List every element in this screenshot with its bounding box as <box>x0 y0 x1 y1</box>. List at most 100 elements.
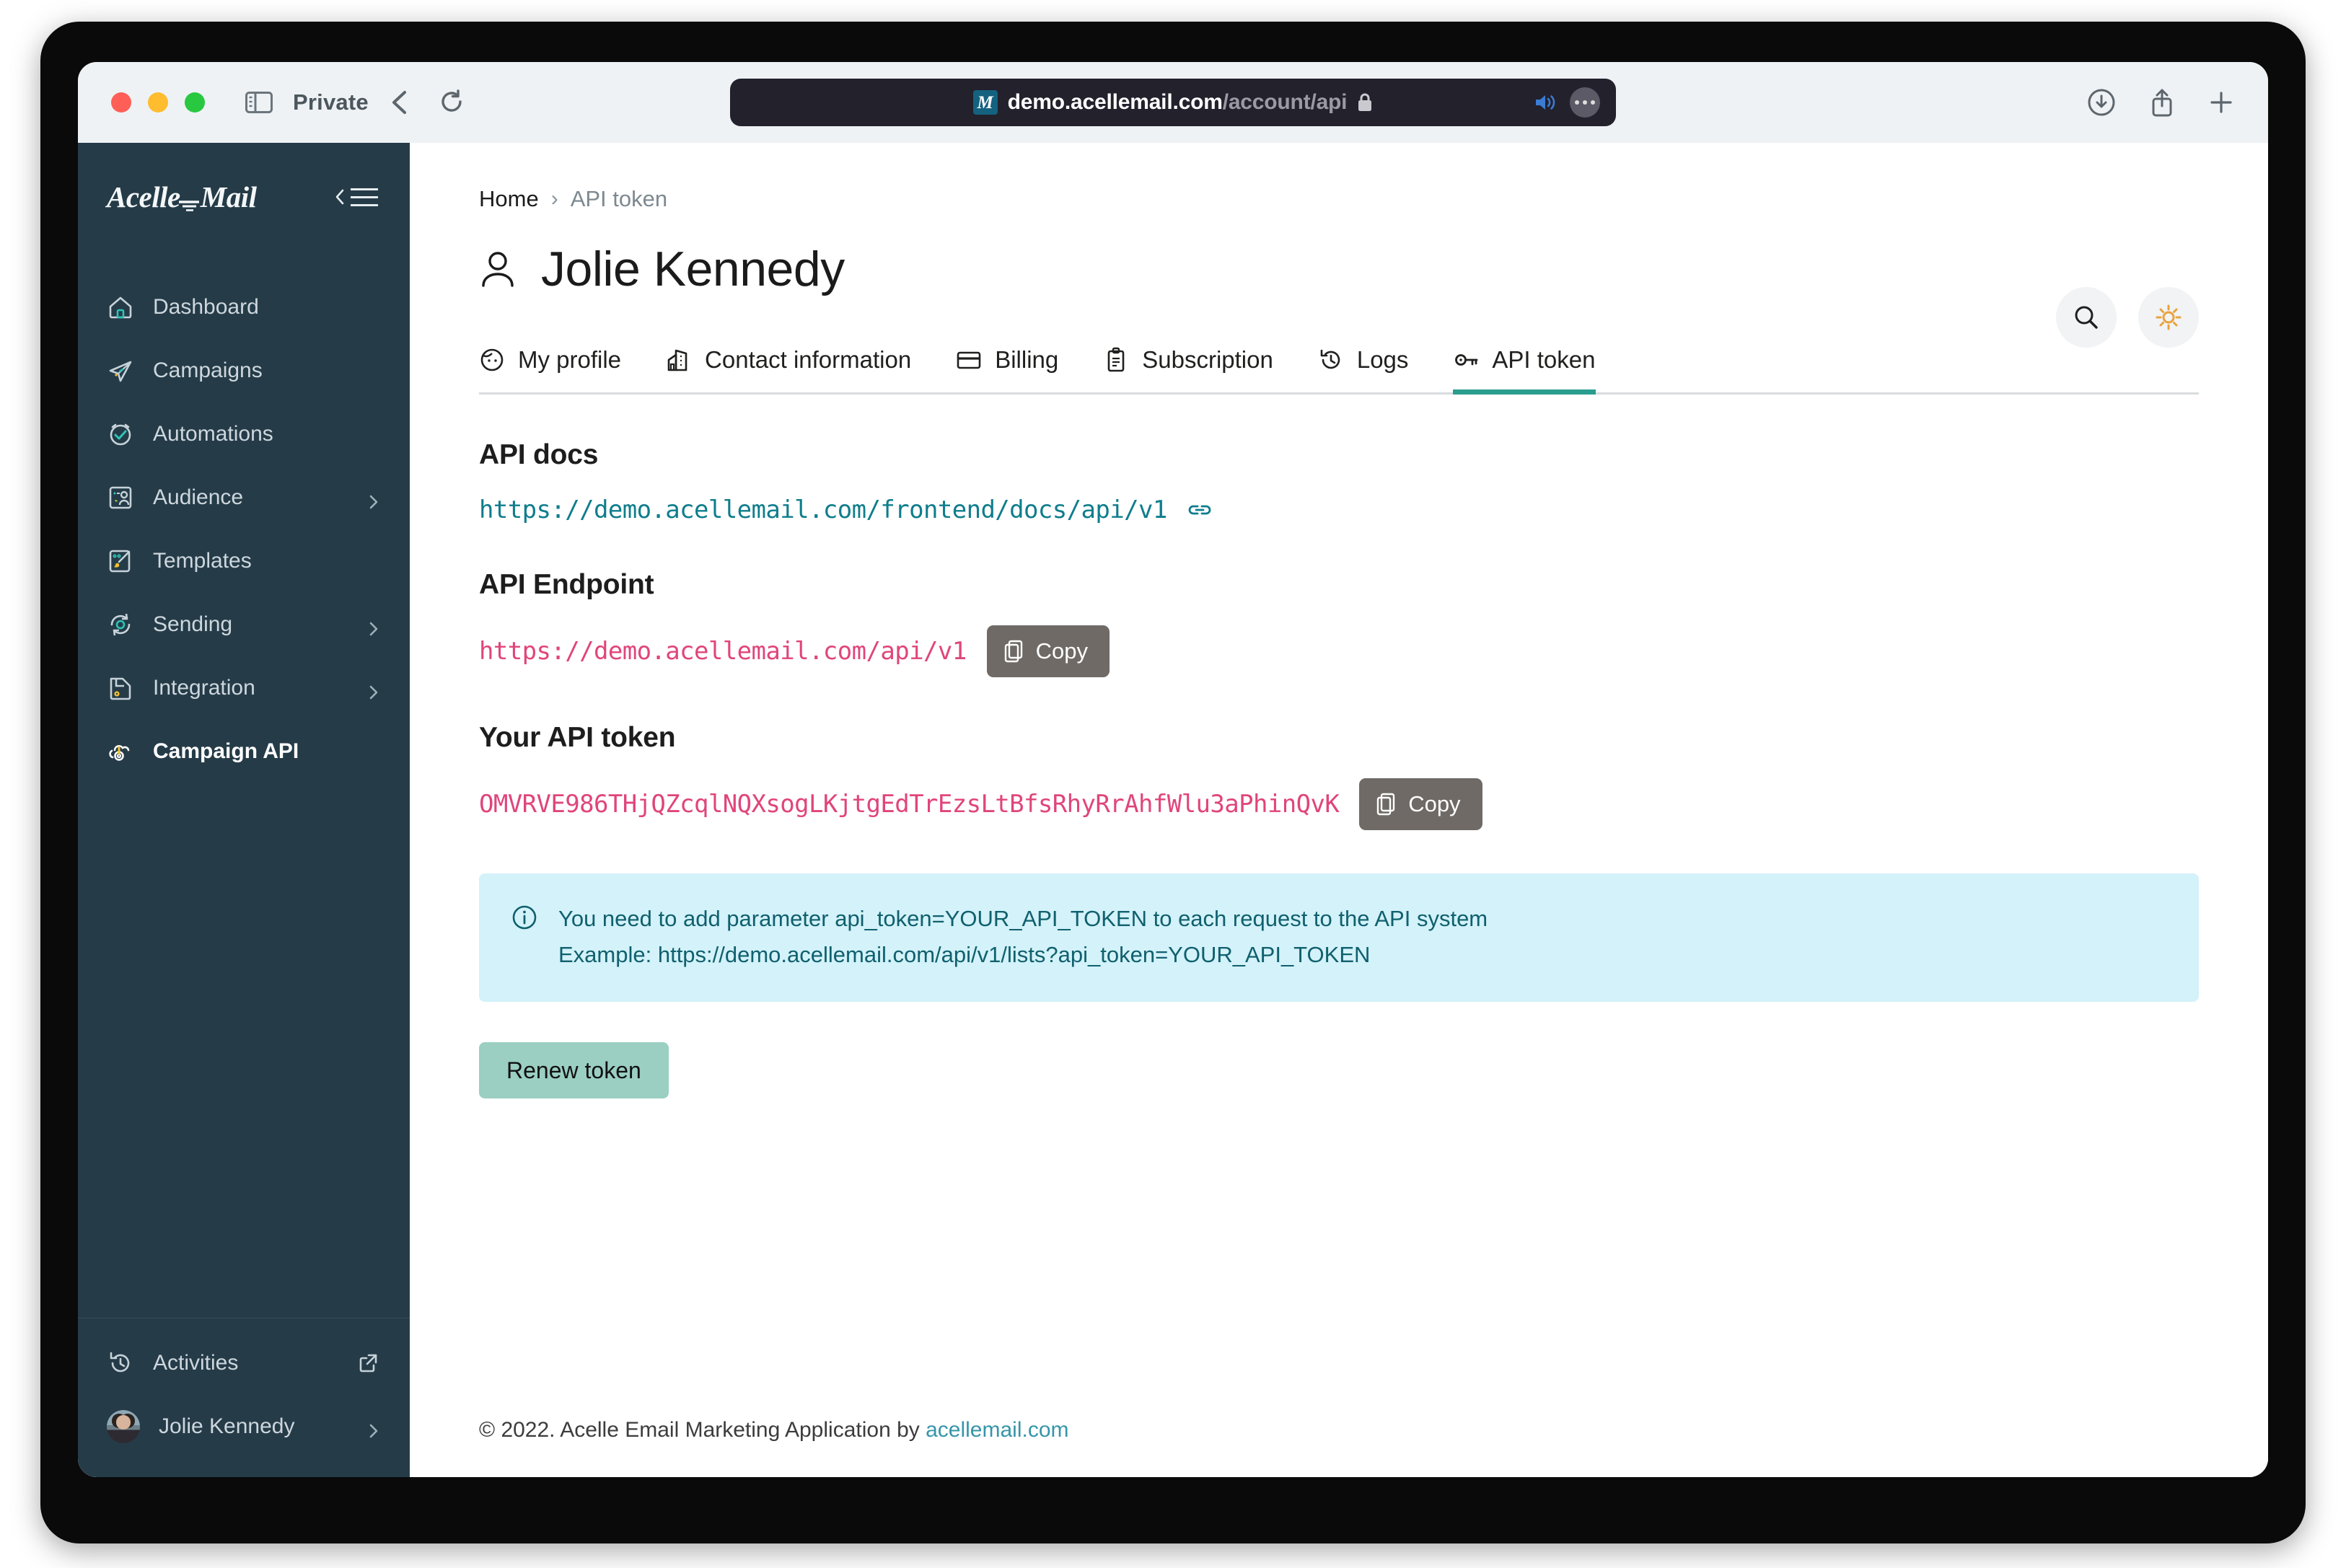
tab-contact-information[interactable]: Contact information <box>666 346 911 392</box>
api-token-value: OMVRVE986THjQZcqlNQXsogLKjtgEdTrEzsLtBfs… <box>479 790 1340 819</box>
sidebar-collapse-button[interactable] <box>335 188 378 206</box>
sidebar-toggle-icon[interactable] <box>245 92 273 113</box>
footer: © 2022. Acelle Email Marketing Applicati… <box>410 1418 2268 1477</box>
sidebar-item-campaigns[interactable]: Campaigns <box>78 339 410 402</box>
plug-save-icon <box>107 674 134 702</box>
app-logo[interactable]: Acelle Mail <box>107 180 257 214</box>
window-controls[interactable] <box>111 92 205 113</box>
logo-text-left: Acelle <box>107 180 180 213</box>
sidebar-bottom: Activities Jolie Kennedy <box>78 1318 410 1477</box>
history-icon <box>107 1349 134 1377</box>
link-icon[interactable] <box>1187 499 1212 521</box>
favicon-letter: M <box>977 92 993 113</box>
face-icon <box>479 347 505 373</box>
chevron-right-icon <box>369 1419 378 1438</box>
chevron-right-icon <box>369 681 378 700</box>
tab-label: Contact information <box>705 346 912 373</box>
search-button[interactable] <box>2056 287 2117 348</box>
home-icon <box>107 294 134 321</box>
copy-endpoint-button[interactable]: Copy <box>986 625 1110 677</box>
tab-api-token[interactable]: API token <box>1453 346 1596 395</box>
copy-icon <box>1004 640 1024 663</box>
api-docs-row: https://demo.acellemail.com/frontend/doc… <box>479 495 2199 524</box>
sidebar-item-sending[interactable]: Sending <box>78 593 410 656</box>
new-tab-icon[interactable] <box>2209 90 2233 115</box>
tab-my-profile[interactable]: My profile <box>479 346 621 392</box>
sidebar-item-integration[interactable]: Integration <box>78 656 410 720</box>
share-icon[interactable] <box>2150 88 2174 117</box>
tab-label: Subscription <box>1142 346 1273 373</box>
chrome-right-tools <box>2088 88 2233 117</box>
swoosh-icon <box>177 188 202 211</box>
address-bar-actions <box>1534 87 1600 118</box>
key-icon <box>1453 347 1479 373</box>
chevron-left-icon <box>335 189 345 205</box>
building-icon <box>666 347 692 373</box>
sidebar-item-user[interactable]: Jolie Kennedy <box>78 1395 410 1458</box>
cloud-gear-icon <box>107 738 134 765</box>
sidebar-item-audience[interactable]: Audience <box>78 466 410 529</box>
back-button[interactable] <box>389 89 410 115</box>
tab-subscription[interactable]: Subscription <box>1103 346 1273 392</box>
screen: Private M demo.acellemail.com /account/a… <box>0 0 2346 1568</box>
footer-link[interactable]: acellemail.com <box>926 1418 1068 1442</box>
lock-icon <box>1357 92 1373 113</box>
browser-chrome: Private M demo.acellemail.com /account/a… <box>78 62 2268 143</box>
search-icon <box>2075 306 2098 329</box>
more-options-icon[interactable] <box>1570 87 1600 118</box>
hamburger-icon <box>351 188 378 206</box>
api-endpoint-url: https://demo.acellemail.com/api/v1 <box>479 637 967 666</box>
sidebar-item-label: Dashboard <box>153 295 259 319</box>
url-path: /account/api <box>1222 90 1348 114</box>
info-alert-line-2: Example: https://demo.acellemail.com/api… <box>558 942 1371 968</box>
sidebar-item-activities[interactable]: Activities <box>78 1331 410 1395</box>
close-window-button[interactable] <box>111 92 131 113</box>
tab-label: Billing <box>995 346 1059 373</box>
breadcrumb: Home › API token <box>479 186 2199 212</box>
site-favicon: M <box>972 90 998 115</box>
breadcrumb-current: API token <box>570 186 668 211</box>
renew-token-button[interactable]: Renew token <box>479 1042 669 1099</box>
api-token-row: OMVRVE986THjQZcqlNQXsogLKjtgEdTrEzsLtBfs… <box>479 778 2199 830</box>
sidebar-item-templates[interactable]: Templates <box>78 529 410 593</box>
minimize-window-button[interactable] <box>148 92 168 113</box>
sidebar-item-dashboard[interactable]: Dashboard <box>78 276 410 339</box>
chevron-right-icon <box>369 617 378 636</box>
footer-text: © 2022. Acelle Email Marketing Applicati… <box>479 1418 926 1442</box>
api-docs-url[interactable]: https://demo.acellemail.com/frontend/doc… <box>479 495 1167 524</box>
address-bar[interactable]: M demo.acellemail.com /account/api <box>730 79 1616 126</box>
info-alert: You need to add parameter api_token=YOUR… <box>479 873 2199 1003</box>
external-link-icon <box>358 1353 378 1373</box>
address-bar-container[interactable]: M demo.acellemail.com /account/api <box>730 79 1616 126</box>
tab-billing[interactable]: Billing <box>956 346 1058 392</box>
page-title: Jolie Kennedy <box>479 241 2199 297</box>
copy-icon <box>1376 793 1397 816</box>
sidebar-item-label: Campaigns <box>153 358 263 382</box>
sidebar-nav: Dashboard Campaigns Automations Audience… <box>78 276 410 1318</box>
brush-icon <box>107 547 134 575</box>
maximize-window-button[interactable] <box>185 92 205 113</box>
sidebar-item-campaign-api[interactable]: Campaign API <box>78 720 410 783</box>
copy-token-button[interactable]: Copy <box>1359 778 1482 830</box>
main-inner: Home › API token Jolie Kennedy My profil… <box>410 143 2268 1418</box>
sidebar-item-label: Audience <box>153 485 244 509</box>
api-endpoint-row: https://demo.acellemail.com/api/v1 Copy <box>479 625 2199 677</box>
reload-button[interactable] <box>439 89 464 115</box>
info-alert-line-1: You need to add parameter api_token=YOUR… <box>558 906 1488 931</box>
chrome-left-tools: Private <box>245 89 464 115</box>
clipboard-icon <box>1103 347 1129 373</box>
tab-bar: My profile Contact information Billing S… <box>479 346 2199 395</box>
downloads-icon[interactable] <box>2088 89 2115 116</box>
logo-text-right: Mail <box>200 180 257 213</box>
theme-toggle-button[interactable] <box>2138 287 2199 348</box>
api-token-heading: Your API token <box>479 722 676 753</box>
speaker-icon[interactable] <box>1534 92 1557 113</box>
tab-logs[interactable]: Logs <box>1318 346 1409 392</box>
sidebar-item-label: Automations <box>153 422 273 446</box>
url-domain: demo.acellemail.com <box>1007 90 1223 114</box>
breadcrumb-home[interactable]: Home <box>479 186 539 212</box>
sidebar-item-automations[interactable]: Automations <box>78 402 410 466</box>
tab-label: Logs <box>1356 346 1409 373</box>
info-alert-body: You need to add parameter api_token=YOUR… <box>558 901 1488 973</box>
tab-label: My profile <box>518 346 622 373</box>
